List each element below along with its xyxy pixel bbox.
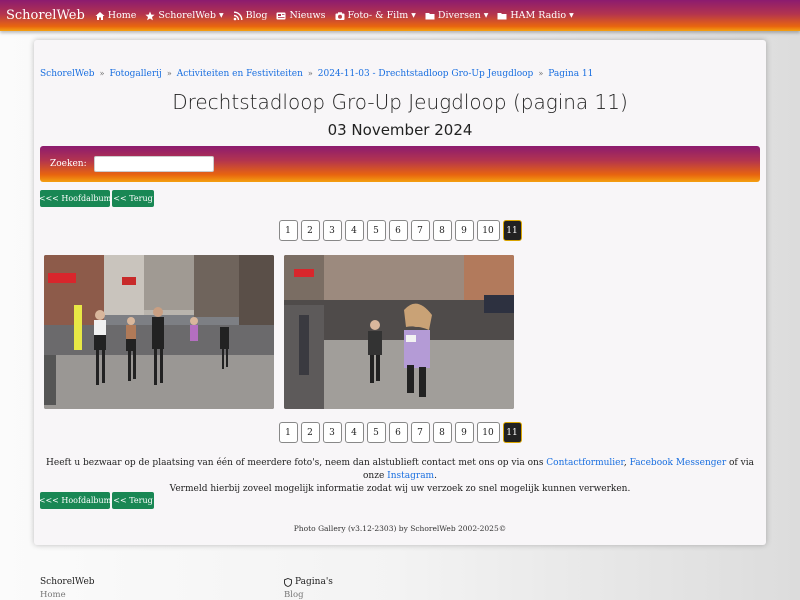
gallery-card: SchorelWeb » Fotogallerij » Activiteiten en …: [34, 40, 766, 545]
footer-link-blog[interactable]: Blog: [284, 590, 333, 600]
breadcrumb-item[interactable]: Fotogallerij: [109, 69, 161, 79]
page-button[interactable]: 3: [322, 422, 342, 443]
search-bar: Zoeken:: [40, 146, 760, 182]
nav-nieuws-label: Nieuws: [289, 10, 326, 21]
page-button[interactable]: 6: [388, 220, 408, 241]
nav-home-label: Home: [107, 10, 137, 21]
camera-icon: [335, 11, 345, 20]
rss-icon: [233, 11, 243, 20]
folder-icon: [425, 12, 435, 19]
chevron-down-icon: ▼: [411, 12, 416, 19]
page-button[interactable]: 10: [476, 220, 500, 241]
page-button[interactable]: 7: [410, 422, 430, 443]
gallery-photo[interactable]: [284, 255, 514, 409]
page-button[interactable]: 3: [322, 220, 342, 241]
instagram-link[interactable]: Instagram: [387, 471, 434, 481]
page-button[interactable]: 4: [344, 422, 364, 443]
folder-icon: [497, 12, 507, 19]
page-button[interactable]: 9: [454, 220, 474, 241]
page-title: Drechtstadloop Gro-Up Jeugdloop (pagina …: [172, 90, 628, 114]
main-album-button[interactable]: <<< Hoofdalbum: [39, 190, 111, 207]
home-icon: [95, 11, 105, 20]
page-button[interactable]: 8: [432, 220, 452, 241]
breadcrumb-item[interactable]: Pagina 11: [548, 69, 593, 79]
breadcrumb-separator-icon: »: [166, 69, 172, 78]
footer-title: Pagina's: [295, 577, 333, 587]
search-input[interactable]: [93, 156, 214, 172]
page-button[interactable]: 8: [432, 422, 452, 443]
nav-foto-film-dropdown[interactable]: Foto- & Film ▼: [335, 10, 416, 21]
page-button-current[interactable]: 11: [502, 220, 522, 241]
newspaper-icon: [276, 12, 286, 19]
page-button-current[interactable]: 11: [502, 422, 522, 443]
pagination-bottom: 1 2 3 4 5 6 7 8 9 10 11: [34, 422, 766, 443]
breadcrumb-item[interactable]: SchorelWeb: [40, 69, 95, 79]
page-button[interactable]: 4: [344, 220, 364, 241]
footer-column-schorelweb: SchorelWeb Home: [40, 577, 95, 600]
page-button[interactable]: 2: [300, 220, 320, 241]
main-album-button[interactable]: <<< Hoofdalbum: [39, 492, 111, 509]
nav-diversen-dropdown[interactable]: Diversen ▼: [425, 10, 488, 21]
gallery-credit: Photo Gallery (v3.12-2303) by SchorelWeb…: [293, 524, 507, 533]
notice-text: .: [434, 471, 437, 481]
notice-text: Heeft u bezwaar op de plaatsing van één …: [46, 458, 547, 468]
page-button[interactable]: 2: [300, 422, 320, 443]
pagination-top: 1 2 3 4 5 6 7 8 9 10 11: [34, 220, 766, 241]
chevron-down-icon: ▼: [483, 12, 489, 19]
page-date: 03 November 2024: [327, 121, 473, 139]
shield-icon: [284, 577, 292, 587]
brand-logo[interactable]: SchorelWeb: [6, 8, 85, 23]
nav-nieuws[interactable]: Nieuws: [276, 10, 326, 21]
nav-home[interactable]: Home: [95, 10, 137, 21]
page-button[interactable]: 9: [454, 422, 474, 443]
footer-title: SchorelWeb: [40, 577, 95, 587]
nav-schorelweb-label: SchorelWeb: [158, 10, 216, 21]
footer-link-home[interactable]: Home: [40, 590, 95, 600]
footer-column-pages: Pagina's Blog: [284, 577, 333, 600]
page-button[interactable]: 5: [366, 220, 386, 241]
star-icon: [145, 11, 156, 20]
chevron-down-icon: ▼: [569, 12, 574, 19]
back-button[interactable]: << Terug: [112, 492, 154, 509]
nav-schorelweb-dropdown[interactable]: SchorelWeb ▼: [145, 10, 224, 21]
breadcrumb-item[interactable]: Activiteiten en Festiviteiten: [177, 69, 303, 79]
chevron-down-icon: ▼: [218, 12, 224, 19]
page-button[interactable]: 7: [410, 220, 430, 241]
nav-ham-radio-label: HAM Radio: [510, 10, 567, 21]
breadcrumb-separator-icon: »: [99, 69, 105, 78]
nav-foto-film-label: Foto- & Film: [347, 10, 409, 21]
page-button[interactable]: 5: [366, 422, 386, 443]
photo-girl-running: [284, 255, 514, 409]
contact-form-link[interactable]: Contactformulier: [546, 458, 624, 468]
breadcrumb: SchorelWeb » Fotogallerij » Activiteiten en …: [40, 69, 593, 79]
nav-diversen-label: Diversen: [437, 10, 481, 21]
gallery-photo[interactable]: [44, 255, 274, 409]
back-button[interactable]: << Terug: [112, 190, 154, 207]
page-button[interactable]: 10: [476, 422, 500, 443]
privacy-notice: Heeft u bezwaar op de plaatsing van één …: [34, 457, 766, 496]
nav-blog-label: Blog: [245, 10, 268, 21]
breadcrumb-separator-icon: »: [307, 69, 313, 78]
photo-runners-street: [44, 255, 274, 409]
top-navbar: SchorelWeb Home SchorelWeb ▼ Blog Nieuws…: [0, 0, 800, 31]
breadcrumb-item[interactable]: 2024-11-03 - Drechtstadloop Gro-Up Jeugd…: [318, 69, 534, 79]
breadcrumb-separator-icon: »: [538, 69, 544, 78]
page-button[interactable]: 1: [278, 220, 298, 241]
nav-blog[interactable]: Blog: [233, 10, 268, 21]
page-button[interactable]: 6: [388, 422, 408, 443]
page-button[interactable]: 1: [278, 422, 298, 443]
nav-ham-radio-dropdown[interactable]: HAM Radio ▼: [497, 10, 574, 21]
facebook-messenger-link[interactable]: Facebook Messenger: [630, 458, 727, 468]
search-label: Zoeken:: [50, 159, 87, 169]
